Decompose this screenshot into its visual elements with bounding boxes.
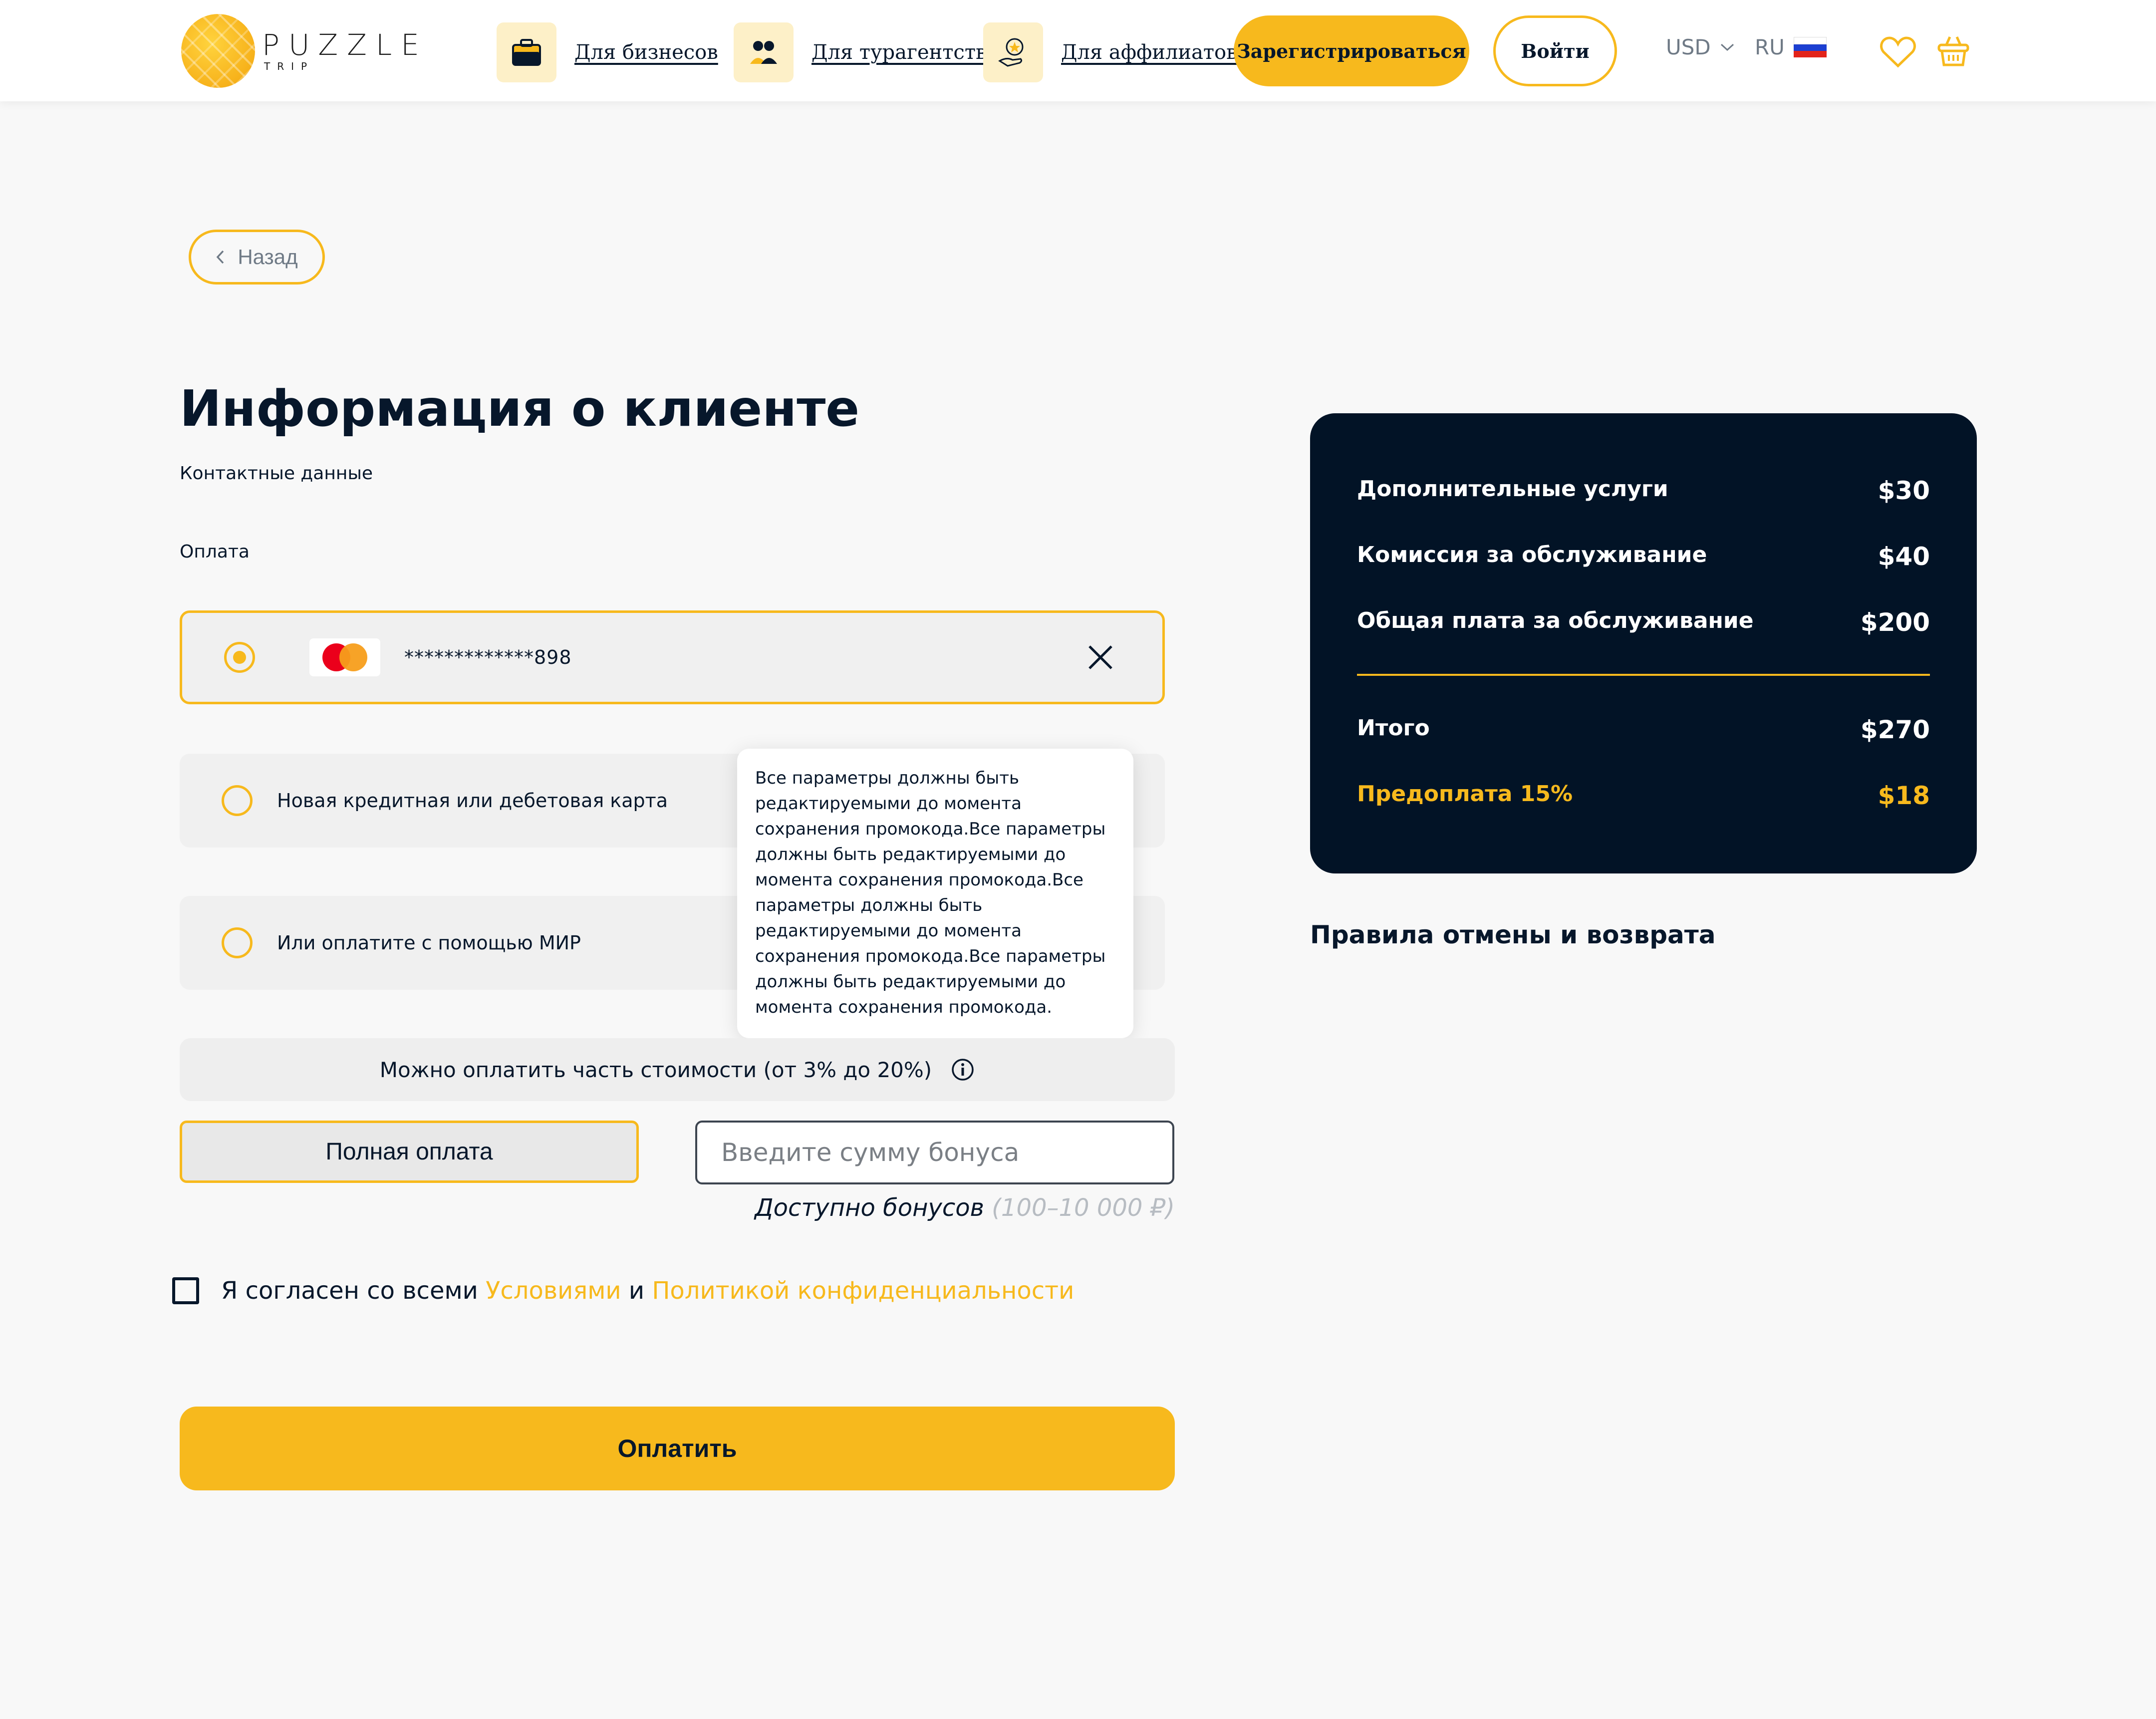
info-tooltip: Все параметры должны быть редактируемыми…: [737, 749, 1133, 1049]
privacy-link[interactable]: Политикой конфиденциальности: [652, 1277, 1074, 1305]
briefcase-icon: [497, 22, 556, 82]
close-icon[interactable]: [1086, 643, 1114, 671]
bonus-amount-input[interactable]: [695, 1121, 1174, 1184]
nav-item-affiliates[interactable]: Для аффилиатов: [983, 22, 1238, 82]
currency-selector[interactable]: USD: [1666, 35, 1735, 59]
summary-row-value: $40: [1878, 542, 1930, 571]
nav-link-affiliates[interactable]: Для аффилиатов: [1061, 41, 1238, 64]
chevron-left-icon: [216, 250, 224, 264]
logo[interactable]: PUZZLE TRIP: [181, 14, 428, 88]
summary-row-value: $200: [1860, 608, 1930, 637]
full-payment-button[interactable]: Полная оплата: [180, 1121, 639, 1183]
language-selector[interactable]: RU: [1755, 35, 1827, 59]
agreement-and: и: [628, 1277, 645, 1305]
summary-total: Итого $270: [1357, 715, 1930, 744]
total-value: $270: [1860, 715, 1930, 744]
prepay-label: Предоплата 15%: [1357, 781, 1573, 807]
info-icon[interactable]: [951, 1058, 975, 1082]
contact-subtitle: Контактные данные: [180, 463, 373, 484]
summary-row: Дополнительные услуги $30: [1357, 476, 1930, 505]
logo-mark-icon: [181, 14, 255, 88]
login-button[interactable]: Войти: [1493, 15, 1617, 86]
summary-row-label: Комиссия за обслуживание: [1357, 542, 1707, 568]
bonus-range: (100–10 000 ₽): [992, 1194, 1175, 1222]
pay-button[interactable]: Оплатить: [180, 1407, 1175, 1490]
summary-row: Комиссия за обслуживание $40: [1357, 542, 1930, 571]
summary-divider: [1357, 674, 1930, 676]
language-label: RU: [1755, 35, 1785, 59]
agreement-row: Я согласен со всеми Условиями и Политико…: [172, 1277, 1074, 1305]
saved-card-radio[interactable]: [224, 642, 255, 673]
agents-icon: [734, 22, 794, 82]
new-card-radio[interactable]: [222, 785, 253, 816]
order-summary: Дополнительные услуги $30 Комиссия за об…: [1310, 413, 1977, 873]
partial-payment-box: Можно оплатить часть стоимости (от 3% до…: [180, 1038, 1175, 1101]
currency-label: USD: [1666, 35, 1711, 59]
site-header: PUZZLE TRIP Для бизнесов Для турагентств…: [0, 0, 2156, 101]
back-label: Назад: [238, 245, 298, 269]
basket-icon[interactable]: [1936, 33, 1971, 68]
partial-payment-text: Можно оплатить часть стоимости (от 3% до…: [379, 1057, 932, 1082]
nav-link-agencies[interactable]: Для турагентств: [811, 41, 987, 64]
terms-link[interactable]: Условиями: [486, 1277, 621, 1305]
summary-prepay: Предоплата 15% $18: [1357, 781, 1930, 810]
total-label: Итого: [1357, 715, 1430, 741]
nav-link-business[interactable]: Для бизнесов: [574, 41, 718, 64]
hand-star-icon: [983, 22, 1043, 82]
nav-item-agencies[interactable]: Для турагентств: [734, 22, 987, 82]
logo-sub: TRIP: [264, 60, 314, 72]
summary-row-value: $30: [1878, 476, 1930, 505]
summary-row: Общая плата за обслуживание $200: [1357, 608, 1930, 637]
logo-word: PUZZLE: [262, 28, 428, 62]
page-title: Информация о клиенте: [180, 379, 860, 438]
heart-icon[interactable]: [1880, 36, 1916, 68]
mir-radio[interactable]: [222, 927, 253, 958]
summary-row-label: Дополнительные услуги: [1357, 476, 1668, 502]
agreement-prefix: Я согласен со всеми: [221, 1277, 478, 1305]
back-button[interactable]: Назад: [189, 230, 325, 285]
summary-row-label: Общая плата за обслуживание: [1357, 608, 1754, 633]
new-card-label: Новая кредитная или дебетовая карта: [277, 790, 668, 812]
mastercard-icon: [309, 638, 380, 676]
payment-label: Оплата: [180, 542, 250, 562]
register-button[interactable]: Зарегистрироваться: [1234, 15, 1469, 86]
card-number: *************898: [404, 646, 572, 668]
bonus-available: Доступно бонусов (100–10 000 ₽): [755, 1194, 1175, 1222]
nav-item-business[interactable]: Для бизнесов: [497, 22, 718, 82]
agreement-checkbox[interactable]: [172, 1277, 199, 1304]
chevron-down-icon: [1720, 43, 1734, 51]
cancellation-rules-link[interactable]: Правила отмены и возврата: [1310, 920, 1715, 949]
bonus-available-label: Доступно бонусов: [755, 1194, 984, 1222]
mir-label: Или оплатите с помощью МИР: [277, 932, 581, 954]
prepay-value: $18: [1878, 781, 1930, 810]
saved-card-option[interactable]: *************898: [180, 610, 1165, 704]
russian-flag-icon: [1793, 36, 1827, 58]
